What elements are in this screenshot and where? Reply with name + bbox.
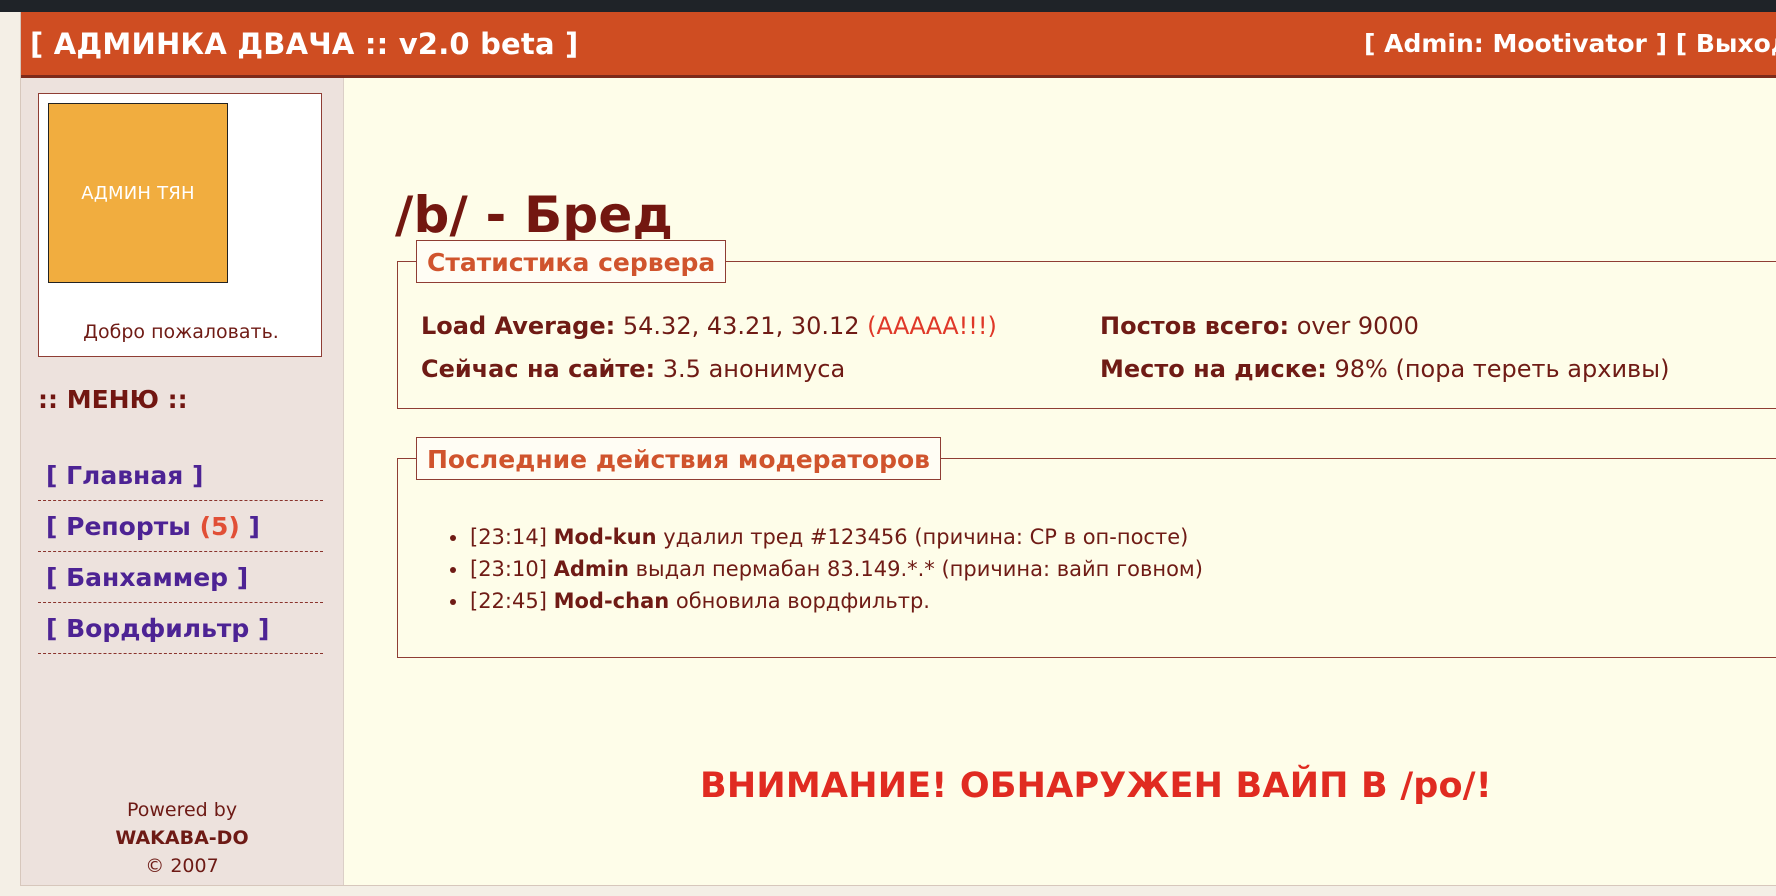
action-time: [22:45] xyxy=(470,589,547,613)
sidebar-item-main[interactable]: [ Главная ] xyxy=(38,450,323,501)
powered-by-brand: WAKABA-DO xyxy=(115,827,249,849)
logout-link[interactable]: [ Выход ] xyxy=(1676,29,1776,58)
moderator-actions-list: [23:14] Mod-kun удалил тред #123456 (при… xyxy=(450,521,1203,617)
admin-page: [ АДМИНКА ДВАЧА :: v2.0 beta ] [ Admin: … xyxy=(0,0,1776,896)
server-stats-legend: Статистика сервера xyxy=(416,240,727,283)
list-item: [23:14] Mod-kun удалил тред #123456 (при… xyxy=(450,521,1203,553)
sidebar-item-reports-label-start: [ Репорты xyxy=(46,512,200,541)
moderator-name: Admin xyxy=(553,557,629,581)
welcome-box: АДМИН ТЯН Добро пожаловать. xyxy=(38,93,322,357)
list-item: [23:10] Admin выдал пермабан 83.149.*.* … xyxy=(450,553,1203,585)
sidebar-item-reports-label-end: ] xyxy=(239,512,260,541)
moderator-name: Mod-chan xyxy=(553,589,670,613)
online-users-label: Сейчас на сайте: xyxy=(421,355,656,383)
sidebar-item-main-label: [ Главная ] xyxy=(46,461,204,490)
sidebar-item-wordfilter[interactable]: [ Вордфильтр ] xyxy=(38,603,323,654)
admin-avatar: АДМИН ТЯН xyxy=(48,103,228,283)
sidebar-item-reports[interactable]: [ Репорты (5) ] xyxy=(38,501,323,552)
moderator-name: Mod-kun xyxy=(553,525,657,549)
action-text: выдал пермабан 83.149.*.* (причина: вайп… xyxy=(635,557,1203,581)
load-average-label: Load Average: xyxy=(421,312,616,340)
list-item: [22:45] Mod-chan обновила вордфильтр. xyxy=(450,585,1203,617)
main-content: /b/ - Бред Статистика сервера Load Avera… xyxy=(344,78,1776,885)
total-posts-value: over 9000 xyxy=(1296,312,1419,340)
server-stats-panel: Статистика сервера Load Average: 54.32, … xyxy=(397,240,1776,409)
sidebar: АДМИН ТЯН Добро пожаловать. :: МЕНЮ :: [… xyxy=(21,78,344,885)
disk-space-stat: Место на диске: 98% (пора тереть архивы) xyxy=(1100,355,1670,383)
board-title: /b/ - Бред xyxy=(395,185,674,244)
reports-count-badge: (5) xyxy=(199,512,240,541)
online-users-stat: Сейчас на сайте: 3.5 анонимуса xyxy=(421,355,845,383)
disk-space-label: Место на диске: xyxy=(1100,355,1327,383)
total-posts-label: Постов всего: xyxy=(1100,312,1290,340)
header-user-links: [ Admin: Mootivator ] [ Выход ] xyxy=(1364,29,1776,58)
admin-frame: [ АДМИНКА ДВАЧА :: v2.0 beta ] [ Admin: … xyxy=(20,12,1776,886)
welcome-text: Добро пожаловать. xyxy=(83,321,279,343)
total-posts-stat: Постов всего: over 9000 xyxy=(1100,312,1419,340)
action-text: удалил тред #123456 (причина: CP в оп-по… xyxy=(663,525,1189,549)
browser-top-strip xyxy=(0,0,1776,12)
load-average-stat: Load Average: 54.32, 43.21, 30.12 (ААААА… xyxy=(421,312,997,340)
powered-by-text: Powered by xyxy=(126,799,238,821)
action-time: [23:14] xyxy=(470,525,547,549)
header-title: [ АДМИНКА ДВАЧА :: v2.0 beta ] xyxy=(30,27,579,61)
sidebar-item-banhammer-label: [ Банхаммер ] xyxy=(46,563,249,592)
action-time: [23:10] xyxy=(470,557,547,581)
admin-header: [ АДМИНКА ДВАЧА :: v2.0 beta ] [ Admin: … xyxy=(21,12,1776,78)
online-users-value: 3.5 анонимуса xyxy=(662,355,846,383)
action-text: обновила вордфильтр. xyxy=(675,589,930,613)
copyright-text: © 2007 xyxy=(145,855,219,877)
sidebar-item-wordfilter-label: [ Вордфильтр ] xyxy=(46,614,270,643)
moderator-actions-legend: Последние действия модераторов xyxy=(416,437,941,480)
admin-user-link[interactable]: [ Admin: Mootivator ] xyxy=(1364,29,1667,58)
wipe-alert: ВНИМАНИЕ! ОБНАРУЖЕН ВАЙП В /po/! xyxy=(700,766,1492,806)
menu-heading: :: МЕНЮ :: xyxy=(38,385,188,414)
disk-space-value: 98% (пора тереть архивы) xyxy=(1334,355,1670,383)
moderator-actions-panel: Последние действия модераторов [23:14] M… xyxy=(397,437,1776,658)
load-average-alert: (ААААА!!!) xyxy=(867,312,997,340)
load-average-value: 54.32, 43.21, 30.12 xyxy=(622,312,860,340)
sidebar-item-banhammer[interactable]: [ Банхаммер ] xyxy=(38,552,323,603)
powered-by-footer: Powered by WAKABA-DO © 2007 xyxy=(21,796,343,880)
